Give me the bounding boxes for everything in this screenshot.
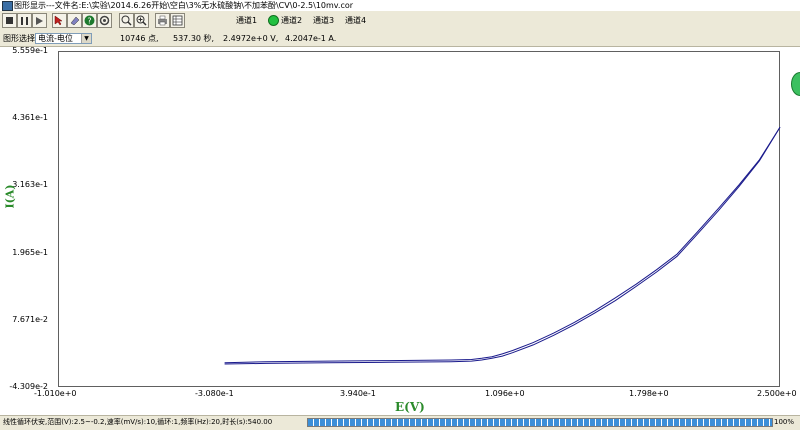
- bottom-status-bar: 线性循环伏安,范围(V):2.5~-0.2,速率(mV/s):10,循环:1,频…: [0, 415, 800, 430]
- curve-layer: [224, 126, 781, 365]
- cv-curve-sweep-1: [224, 126, 781, 364]
- cv-curve-sweep-2: [224, 126, 781, 365]
- experiment-parameters: 线性循环伏安,范围(V):2.5~-0.2,速率(mV/s):10,循环:1,频…: [3, 418, 273, 426]
- progress-percent: 100%: [774, 418, 795, 426]
- progress-bar: [307, 418, 773, 427]
